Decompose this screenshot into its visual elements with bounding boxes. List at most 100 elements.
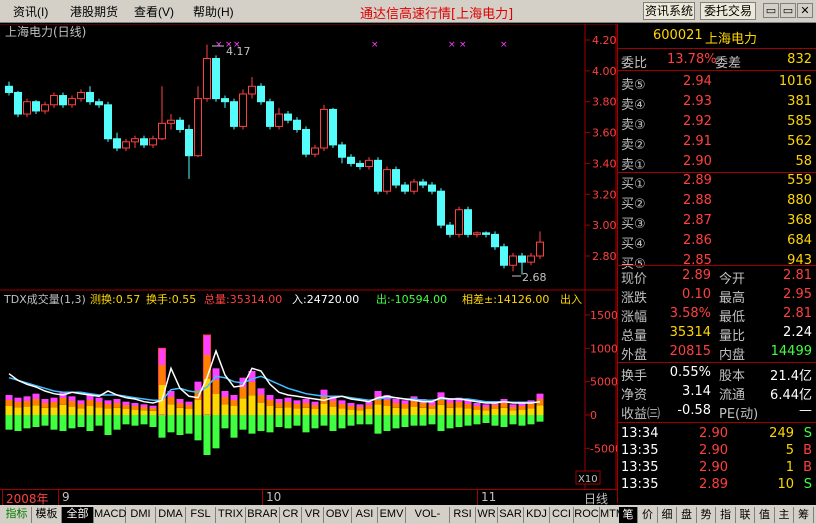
volume-bar-in xyxy=(194,381,202,390)
stat-value: -0.58 xyxy=(677,403,711,418)
candle-body xyxy=(140,138,148,146)
indicator-tab[interactable]: CR xyxy=(280,507,302,523)
candle-body xyxy=(329,108,337,146)
indicator-tab[interactable]: ASI xyxy=(352,507,378,523)
volume-bar-in xyxy=(329,406,337,415)
panel-tab[interactable]: 主 xyxy=(775,507,794,523)
volume-bar-in xyxy=(95,397,103,402)
volume-bar-in xyxy=(95,402,103,408)
indicator-tab[interactable]: DMI xyxy=(126,507,156,523)
time-axis-label: 9 xyxy=(62,490,70,504)
candle-body xyxy=(437,190,445,226)
indicator-tab[interactable]: BRAR xyxy=(246,507,280,523)
panel-tab[interactable]: 指 xyxy=(717,507,736,523)
menu-info[interactable]: 资讯(I) xyxy=(13,3,48,20)
kline-chart[interactable]: 上海电力(日线) 4.20 4.00 3.80 3.60 3.40 3.20 3.00 2.80… xyxy=(0,24,617,489)
volume-bar-out xyxy=(86,415,94,431)
volume-bar-in xyxy=(221,404,229,415)
indicator-tab[interactable]: KDJ xyxy=(524,507,550,523)
trade-button[interactable]: 委托交易 xyxy=(700,2,756,20)
volume-bar-in xyxy=(158,348,166,365)
panel-tab[interactable]: 笔 xyxy=(619,507,638,523)
maximize-icon[interactable]: ▭ xyxy=(780,3,796,18)
indicator-tab[interactable]: FSL xyxy=(186,507,216,523)
volume-bar-in xyxy=(302,407,310,415)
volume-bar-out xyxy=(239,415,247,430)
time-axis: 2008年 9 10 11 日线 xyxy=(0,489,617,506)
volume-ma-white-line xyxy=(8,348,541,404)
ask-price: 2.90 xyxy=(683,154,712,169)
ask-row: 卖⑤ 2.94 1016 xyxy=(617,72,816,93)
price-tick-label: 4.00 xyxy=(592,65,617,78)
panel-tab[interactable]: 值 xyxy=(756,507,775,523)
panel-tab[interactable]: 细 xyxy=(658,507,677,523)
candle-body xyxy=(257,85,265,103)
volume-header-item: 出:-10594.00 xyxy=(376,292,447,306)
ask-price: 2.92 xyxy=(683,114,712,129)
volume-bar-in xyxy=(509,410,517,415)
candle-body xyxy=(41,104,49,112)
indicator-tab[interactable]: 模板 xyxy=(32,507,62,523)
menu-view[interactable]: 查看(V) xyxy=(134,3,174,20)
panel-tab[interactable]: 价 xyxy=(639,507,658,523)
volume-bar-out xyxy=(185,415,193,434)
volume-bar-in xyxy=(131,403,139,406)
close-icon[interactable]: ✕ xyxy=(797,3,813,18)
volume-bar-out xyxy=(356,415,364,425)
tick-time: 13:35 xyxy=(621,443,659,458)
signal-marker: × xyxy=(448,40,456,50)
indicator-tab[interactable]: VOL-TDX xyxy=(406,507,450,524)
volume-bar-in xyxy=(374,404,382,415)
indicator-tab[interactable]: VR xyxy=(302,507,324,523)
volume-bar-in xyxy=(194,400,202,415)
indicator-tab[interactable]: 全部 xyxy=(62,507,94,523)
indicator-tab[interactable]: WR xyxy=(476,507,498,523)
panel-tab[interactable]: 联 xyxy=(736,507,755,523)
volume-bar-in xyxy=(104,408,112,415)
menu-hk-futures[interactable]: 港股期货 xyxy=(70,3,118,20)
menu-help[interactable]: 帮助(H) xyxy=(193,3,234,20)
volume-bar-in xyxy=(185,401,193,405)
volume-bar-out xyxy=(5,415,13,430)
tick-side: B xyxy=(803,443,812,458)
indicator-tab[interactable]: OBV xyxy=(324,507,352,523)
volume-bar-out xyxy=(230,415,238,438)
volume-bar-in xyxy=(518,406,526,410)
stat-value: 2.24 xyxy=(783,325,812,340)
volume-bar-in xyxy=(32,393,40,399)
minimize-icon[interactable]: ▭ xyxy=(763,3,779,18)
panel-tab[interactable]: 盘 xyxy=(678,507,697,523)
candle-body xyxy=(446,224,454,235)
indicator-tab[interactable]: RSI xyxy=(450,507,476,523)
volume-bar-out xyxy=(77,415,85,427)
info-system-button[interactable]: 资讯系统 xyxy=(643,2,695,20)
volume-bar-in xyxy=(302,399,310,403)
indicator-tab[interactable]: SAR xyxy=(498,507,524,523)
tick-volume: 5 xyxy=(785,443,794,458)
panel-tab[interactable]: 筹 xyxy=(795,507,814,523)
indicator-tab[interactable]: ROC xyxy=(574,507,600,523)
volume-bar-in xyxy=(284,407,292,415)
candle-body xyxy=(275,113,283,127)
indicator-tab[interactable]: CCI xyxy=(550,507,574,523)
volume-bar-in xyxy=(473,406,481,410)
stat-row: 涨跌 0.10 最高 2.95 xyxy=(617,285,816,306)
stat-row: 现价 2.89 今开 2.81 xyxy=(617,266,816,287)
bid-label: 买② xyxy=(621,197,646,212)
time-axis-label: 10 xyxy=(266,490,282,504)
volume-bar-in xyxy=(77,400,85,404)
indicator-tab[interactable]: MACD xyxy=(94,507,126,523)
volume-bar-in xyxy=(32,405,40,415)
indicator-tab[interactable]: TRIX xyxy=(216,507,246,523)
volume-header-item: 出入 xyxy=(560,292,582,306)
volume-bar-in xyxy=(491,405,499,409)
ask-volume: 562 xyxy=(787,134,812,149)
indicator-tab[interactable]: 指标 xyxy=(2,507,32,523)
candle-body xyxy=(455,209,463,235)
panel-tab[interactable]: 势 xyxy=(697,507,716,523)
indicator-tab[interactable]: DMA xyxy=(156,507,186,523)
volume-bar-in xyxy=(104,404,112,409)
indicator-tab[interactable]: EMV xyxy=(378,507,406,523)
volume-bar-in xyxy=(158,365,166,385)
stat-label: 外盘 xyxy=(621,348,648,363)
